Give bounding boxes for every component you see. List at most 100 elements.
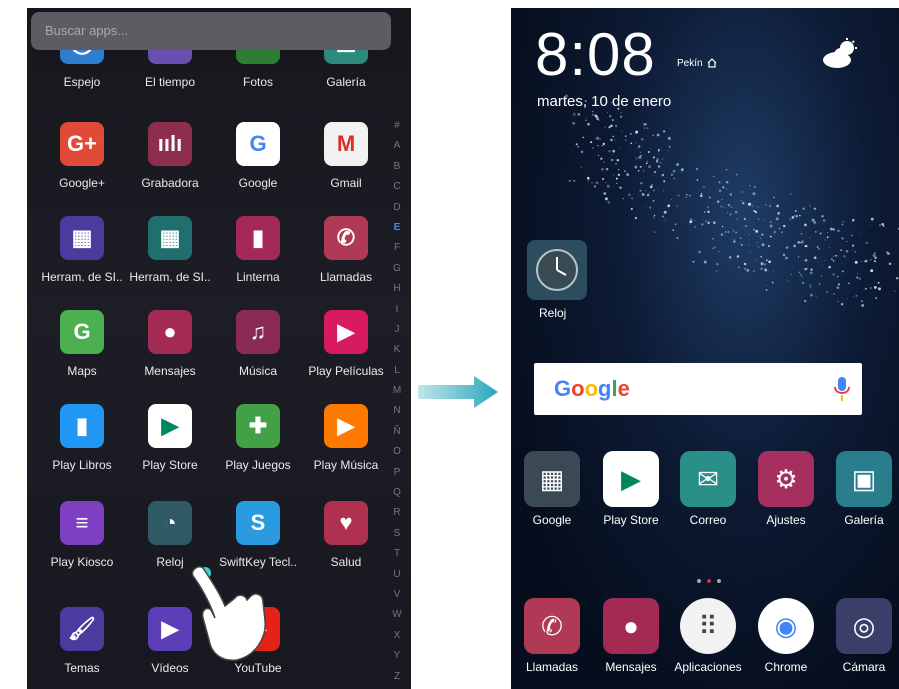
alphabet-letter[interactable]: H bbox=[389, 279, 405, 299]
app-play-newsstand[interactable]: ≡ Play Kiosco bbox=[37, 501, 127, 581]
app-gallery[interactable]: ▣Galería bbox=[301, 20, 391, 130]
app-label: Salud bbox=[330, 555, 362, 569]
alphabet-index[interactable]: # A B C D E F G H I J K L M N Ñ O P Q R S T U V W X Y Z bbox=[389, 116, 405, 687]
weather-partly-cloudy-icon[interactable] bbox=[821, 38, 861, 70]
alphabet-letter[interactable]: L bbox=[389, 361, 405, 381]
alphabet-letter[interactable]: X bbox=[389, 626, 405, 646]
app-label: Play Películas bbox=[308, 364, 384, 378]
home-screen: 8:08 Pekín martes, 10 de enero Reloj Goo… bbox=[511, 8, 899, 689]
app-label: Galería bbox=[326, 75, 366, 89]
app-themes[interactable]: 🖌 Temas bbox=[37, 607, 127, 687]
home-app-settings[interactable]: ⚙ Ajustes bbox=[747, 451, 825, 535]
app-label: Play Música bbox=[313, 458, 379, 472]
home-app-label: Aplicaciones bbox=[674, 660, 742, 674]
app-maps[interactable]: G Maps bbox=[37, 310, 127, 390]
home-icon bbox=[707, 58, 717, 68]
app-health[interactable]: ♥ Salud bbox=[301, 501, 391, 581]
app-messages[interactable]: ● Mensajes bbox=[125, 310, 215, 390]
home-app-label: Cámara bbox=[842, 660, 886, 674]
alphabet-letter[interactable]: B bbox=[389, 157, 405, 177]
alphabet-letter[interactable]: J bbox=[389, 320, 405, 340]
alphabet-letter[interactable]: M bbox=[389, 381, 405, 401]
app-google-plus[interactable]: G+ Google+ bbox=[37, 122, 127, 202]
alphabet-letter[interactable]: D bbox=[389, 198, 405, 218]
home-app-chrome[interactable]: ◉ Chrome bbox=[747, 598, 825, 682]
alphabet-letter[interactable]: A bbox=[389, 136, 405, 156]
app-label: Play Store bbox=[142, 458, 198, 472]
home-app-phone[interactable]: ✆ Llamadas bbox=[513, 598, 591, 682]
app-play-games[interactable]: ✚ Play Juegos bbox=[213, 404, 303, 484]
alphabet-letter[interactable]: Q bbox=[389, 483, 405, 503]
alphabet-letter[interactable]: T bbox=[389, 544, 405, 564]
alphabet-letter[interactable]: I bbox=[389, 300, 405, 320]
app-recorder[interactable]: ıılı Grabadora bbox=[125, 122, 215, 202]
home-app-label: Chrome bbox=[764, 660, 808, 674]
clock-widget-label: Reloj bbox=[539, 306, 567, 320]
app-play-movies[interactable]: ▶ Play Películas bbox=[301, 310, 391, 390]
app-label: Play Juegos bbox=[225, 458, 291, 472]
app-play-music[interactable]: ▶ Play Música bbox=[301, 404, 391, 484]
alphabet-letter[interactable]: # bbox=[389, 116, 405, 136]
microphone-icon[interactable] bbox=[834, 375, 850, 403]
home-app-label: Galería bbox=[844, 513, 884, 527]
alphabet-letter[interactable]: P bbox=[389, 463, 405, 483]
app-label: El tiempo bbox=[144, 75, 196, 89]
clock-widget[interactable] bbox=[527, 240, 587, 300]
alphabet-letter[interactable]: N bbox=[389, 401, 405, 421]
sim-toolkit-icon: ▦ bbox=[148, 216, 192, 260]
home-app-play-store[interactable]: ▶ Play Store bbox=[592, 451, 670, 535]
alphabet-letter[interactable]: U bbox=[389, 565, 405, 585]
app-label: Fotos bbox=[242, 75, 273, 89]
alphabet-letter[interactable]: Ñ bbox=[389, 422, 405, 442]
app-gmail[interactable]: M Gmail bbox=[301, 122, 391, 202]
alphabet-letter[interactable]: O bbox=[389, 442, 405, 462]
home-app-label: Mensajes bbox=[605, 660, 657, 674]
app-sim-toolkit[interactable]: ▦ Herram. de SI.. bbox=[37, 216, 127, 296]
home-app-label: Llamadas bbox=[525, 660, 579, 674]
transition-arrow-icon bbox=[418, 376, 498, 408]
app-label: Play Kiosco bbox=[50, 555, 114, 569]
app-music[interactable]: ♫ Música bbox=[213, 310, 303, 390]
alphabet-letter[interactable]: Z bbox=[389, 667, 405, 687]
alphabet-letter[interactable]: F bbox=[389, 238, 405, 258]
play-books-icon: ▮ bbox=[60, 404, 104, 448]
search-apps-input[interactable]: Buscar apps... bbox=[31, 12, 391, 50]
app-phone[interactable]: ✆ Llamadas bbox=[301, 216, 391, 296]
clock-icon: ◔ bbox=[148, 501, 192, 545]
home-app-messages[interactable]: ● Mensajes bbox=[592, 598, 670, 682]
app-label: Música bbox=[238, 364, 277, 378]
app-mirror[interactable]: ◯Espejo bbox=[37, 20, 127, 130]
alphabet-letter[interactable]: C bbox=[389, 177, 405, 197]
alphabet-letter[interactable]: Y bbox=[389, 646, 405, 666]
flashlight-icon: ▮ bbox=[236, 216, 280, 260]
app-play-store[interactable]: ▶ Play Store bbox=[125, 404, 215, 484]
google-logo-text: Google bbox=[554, 376, 630, 401]
alphabet-letter[interactable]: K bbox=[389, 340, 405, 360]
app-sim-toolkit[interactable]: ▦ Herram. de SI.. bbox=[125, 216, 215, 296]
alphabet-letter[interactable]: W bbox=[389, 605, 405, 625]
app-flashlight[interactable]: ▮ Linterna bbox=[213, 216, 303, 296]
alphabet-letter[interactable]: G bbox=[389, 259, 405, 279]
app-google[interactable]: G Google bbox=[213, 122, 303, 202]
clock-city: Pekín bbox=[677, 58, 703, 69]
app-weather[interactable]: ☁El tiempo bbox=[125, 20, 215, 130]
google-search-bar[interactable]: Google bbox=[534, 363, 862, 415]
gallery-icon: ▣ bbox=[836, 451, 892, 507]
app-label: YouTube bbox=[234, 661, 282, 675]
home-app-camera[interactable]: ◎ Cámara bbox=[825, 598, 899, 682]
play-movies-icon: ▶ bbox=[324, 310, 368, 354]
home-app-gallery[interactable]: ▣ Galería bbox=[825, 451, 899, 535]
home-app-apps-grid[interactable]: ⠿ Aplicaciones bbox=[669, 598, 747, 682]
home-app-mail[interactable]: ✉ Correo bbox=[669, 451, 747, 535]
home-app-label: Correo bbox=[689, 513, 727, 527]
app-photos[interactable]: ✿Fotos bbox=[213, 20, 303, 130]
alphabet-letter[interactable]: S bbox=[389, 524, 405, 544]
app-play-books[interactable]: ▮ Play Libros bbox=[37, 404, 127, 484]
google-plus-icon: G+ bbox=[60, 122, 104, 166]
alphabet-letter[interactable]: E bbox=[389, 218, 405, 238]
alphabet-letter[interactable]: V bbox=[389, 585, 405, 605]
alphabet-letter[interactable]: R bbox=[389, 503, 405, 523]
app-label: Temas bbox=[64, 661, 100, 675]
app-label: Play Libros bbox=[52, 458, 112, 472]
home-app-google-folder[interactable]: ▦ Google bbox=[513, 451, 591, 535]
